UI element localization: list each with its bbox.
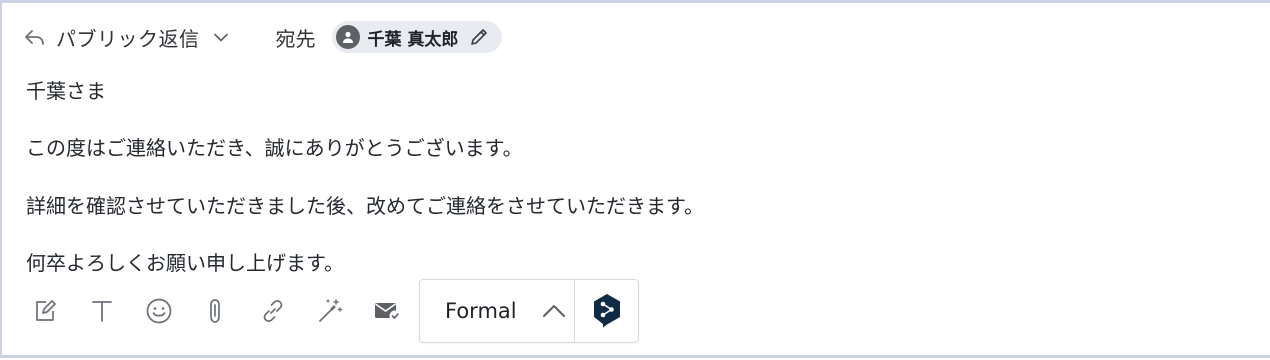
message-line[interactable]: この度はご連絡いただき、誠にありがとうございます。 (26, 132, 523, 161)
chevron-up-icon[interactable] (541, 298, 567, 324)
pencil-icon[interactable] (468, 26, 490, 48)
mail-check-icon[interactable] (364, 288, 410, 334)
recipient-chip[interactable]: 千葉 真太郎 (331, 21, 503, 53)
tone-label: Formal (445, 299, 517, 323)
composer-toolbar (22, 286, 421, 336)
reply-type-selector[interactable]: パブリック返信 (56, 23, 200, 52)
reply-header: パブリック返信 宛先 千葉 真太郎 (22, 19, 503, 55)
tone-selector: Formal (419, 279, 639, 343)
link-icon[interactable] (250, 288, 296, 334)
reply-icon (22, 24, 48, 50)
person-icon (335, 25, 360, 49)
message-line[interactable]: 何卒よろしくお願い申し上げます。 (26, 247, 344, 276)
chevron-down-icon[interactable] (213, 28, 232, 46)
magic-wand-icon[interactable] (307, 288, 353, 334)
recipient-name: 千葉 真太郎 (367, 29, 459, 50)
reply-composer: パブリック返信 宛先 千葉 真太郎 千葉さま この度はご連絡いただき、誠にありが… (0, 0, 1270, 358)
tone-dropdown[interactable]: Formal (420, 280, 575, 342)
message-line[interactable]: 千葉さま (26, 75, 106, 104)
deepl-icon[interactable] (575, 280, 638, 342)
compose-icon[interactable] (22, 288, 68, 334)
emoji-icon[interactable] (136, 288, 182, 334)
attachment-icon[interactable] (193, 288, 239, 334)
text-format-icon[interactable] (79, 288, 125, 334)
message-line[interactable]: 詳細を確認させていただきました後、改めてご連絡をさせていただきます。 (26, 190, 704, 219)
to-label: 宛先 (275, 26, 316, 51)
